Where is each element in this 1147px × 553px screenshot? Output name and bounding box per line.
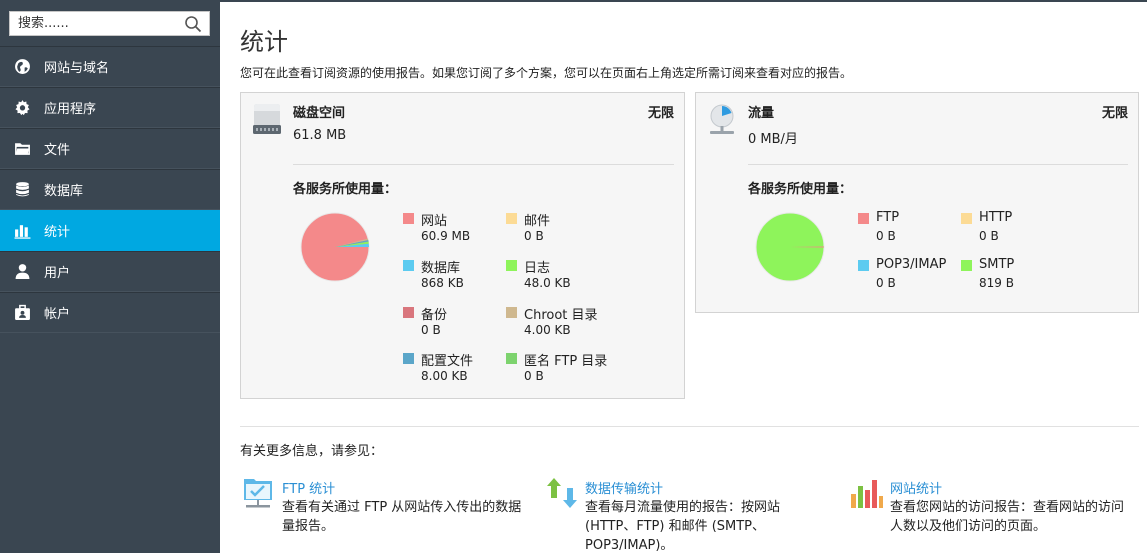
hard-drive-icon: [253, 104, 281, 134]
legend-label: 配置文件: [421, 354, 474, 369]
legend-label: SMTP: [979, 257, 1015, 272]
sidebar-item-label: 数据库: [44, 184, 84, 199]
legend-value: 868 KB: [421, 276, 464, 290]
description-line: 查看您网站的访问报告：查看网站的访问: [890, 500, 1125, 515]
account-icon: [14, 304, 30, 320]
sidebar-item-account[interactable]: 帐户: [0, 292, 220, 333]
folder-icon: [14, 143, 30, 155]
legend-label: HTTP: [979, 210, 1013, 225]
ftp-stats-icon: [244, 479, 272, 508]
legend-swatch: [403, 307, 414, 318]
disk-breakdown-title: 各服务所使用量：: [293, 182, 398, 197]
globe-icon: [14, 59, 30, 74]
transfer-stats-description: 查看每月流量使用的报告：按网站 (HTTP、FTP) 和邮件 (SMTP、 PO…: [585, 498, 780, 553]
sidebar-item-users[interactable]: 用户: [0, 251, 220, 292]
search-box: [9, 11, 210, 36]
transfer-stats-link[interactable]: 数据传输统计: [585, 478, 663, 497]
sidebar-item-statistics[interactable]: 统计: [0, 210, 220, 251]
legend-value: 8.00 KB: [421, 369, 468, 383]
description-line: 查看每月流量使用的报告：按网站: [585, 500, 781, 515]
sidebar-item-label: 网站与域名: [44, 61, 110, 76]
description-line: POP3/IMAP)。: [585, 538, 674, 553]
web-stats-link[interactable]: 网站统计: [890, 478, 942, 497]
user-icon: [15, 264, 29, 279]
sidebar-item-files[interactable]: 文件: [0, 128, 220, 169]
disk-space-panel: 磁盘空间 无限 61.8 MB 各服务所使用量： 网站 60.9 MB 邮件 0 B…: [240, 92, 685, 399]
legend-value: 0 B: [524, 369, 544, 383]
sidebar-item-websites[interactable]: 网站与域名: [0, 46, 220, 87]
legend-label: FTP: [876, 210, 900, 225]
traffic-breakdown-title: 各服务所使用量：: [748, 182, 853, 197]
legend-label: 邮件: [524, 214, 551, 229]
description-line: (HTTP、FTP) 和邮件 (SMTP、: [585, 519, 766, 534]
divider: [293, 164, 674, 165]
page-title: 统计: [240, 28, 288, 56]
description-line: 量报告。: [282, 519, 335, 534]
disk-space-title: 磁盘空间: [293, 106, 346, 121]
sidebar-item-databases[interactable]: 数据库: [0, 169, 220, 210]
legend-swatch: [961, 260, 972, 271]
legend-value: 0 B: [876, 276, 896, 290]
legend-swatch: [961, 213, 972, 224]
legend-label: 数据库: [421, 261, 461, 276]
sidebar-item-label: 文件: [44, 143, 71, 158]
divider: [748, 164, 1128, 165]
legend-value: 48.0 KB: [524, 276, 571, 290]
sidebar-item-applications[interactable]: 应用程序: [0, 87, 220, 128]
legend-value: 0 B: [421, 323, 441, 337]
bar-chart-icon: [14, 225, 30, 239]
more-info-title: 有关更多信息，请参见：: [240, 444, 384, 459]
legend-swatch: [403, 260, 414, 271]
divider: [240, 426, 1139, 427]
description-line: 人数以及他们访问的页面。: [890, 519, 1047, 534]
gear-icon: [14, 100, 30, 116]
legend-label: 匿名 FTP 目录: [524, 354, 608, 369]
legend-swatch: [403, 353, 414, 364]
legend-label: 网站: [421, 214, 448, 229]
traffic-value: 0 MB/月: [748, 132, 798, 147]
traffic-title: 流量: [748, 106, 775, 121]
legend-value: 0 B: [979, 229, 999, 243]
legend-swatch: [403, 213, 414, 224]
legend-swatch: [506, 213, 517, 224]
disk-space-limit: 无限: [647, 106, 674, 121]
description-line: 查看有关通过 FTP 从网站传入传出的数据: [282, 500, 522, 515]
legend-value: 0 B: [876, 229, 896, 243]
legend-value: 0 B: [524, 229, 544, 243]
legend-value: 4.00 KB: [524, 323, 571, 337]
legend-swatch: [506, 353, 517, 364]
database-icon: [15, 182, 29, 197]
web-stats-description: 查看您网站的访问报告：查看网站的访问 人数以及他们访问的页面。: [890, 498, 1124, 536]
sidebar-item-label: 帐户: [44, 307, 71, 322]
ftp-stats-description: 查看有关通过 FTP 从网站传入传出的数据 量报告。: [282, 498, 521, 536]
disk-usage-pie-chart: [300, 212, 370, 282]
legend-label: 日志: [524, 261, 551, 276]
sidebar-item-label: 统计: [44, 225, 71, 240]
legend-value: 60.9 MB: [421, 229, 471, 243]
legend-label: POP3/IMAP: [876, 257, 947, 272]
traffic-limit: 无限: [1101, 106, 1128, 121]
search-icon[interactable]: [184, 15, 202, 33]
legend-swatch: [506, 307, 517, 318]
legend-swatch: [858, 213, 869, 224]
legend-value: 819 B: [979, 276, 1014, 290]
sidebar: 网站与域名 应用程序 文件 数据库 统计 用户 帐户: [0, 0, 220, 553]
transfer-stats-icon: [547, 478, 577, 508]
search-input[interactable]: [10, 12, 175, 35]
traffic-usage-pie-chart: [755, 212, 825, 282]
legend-swatch: [858, 260, 869, 271]
page-description: 您可在此查看订阅资源的使用报告。如果您订阅了多个方案，您可以在页面右上角选定所需…: [240, 66, 853, 80]
legend-swatch: [506, 260, 517, 271]
sidebar-item-label: 应用程序: [44, 102, 97, 117]
ftp-stats-link[interactable]: FTP 统计: [282, 478, 335, 497]
top-border: [220, 0, 1147, 2]
legend-label: Chroot 目录: [524, 308, 598, 323]
sidebar-item-label: 用户: [44, 266, 71, 281]
web-stats-icon: [851, 480, 883, 508]
disk-space-value: 61.8 MB: [293, 128, 347, 143]
traffic-gauge-icon: [710, 104, 734, 134]
legend-label: 备份: [421, 308, 448, 323]
traffic-panel: 流量 无限 0 MB/月 各服务所使用量： FTP 0 B HTTP 0 B POP…: [695, 92, 1139, 313]
sidebar-nav: 网站与域名 应用程序 文件 数据库 统计 用户 帐户: [0, 46, 220, 333]
